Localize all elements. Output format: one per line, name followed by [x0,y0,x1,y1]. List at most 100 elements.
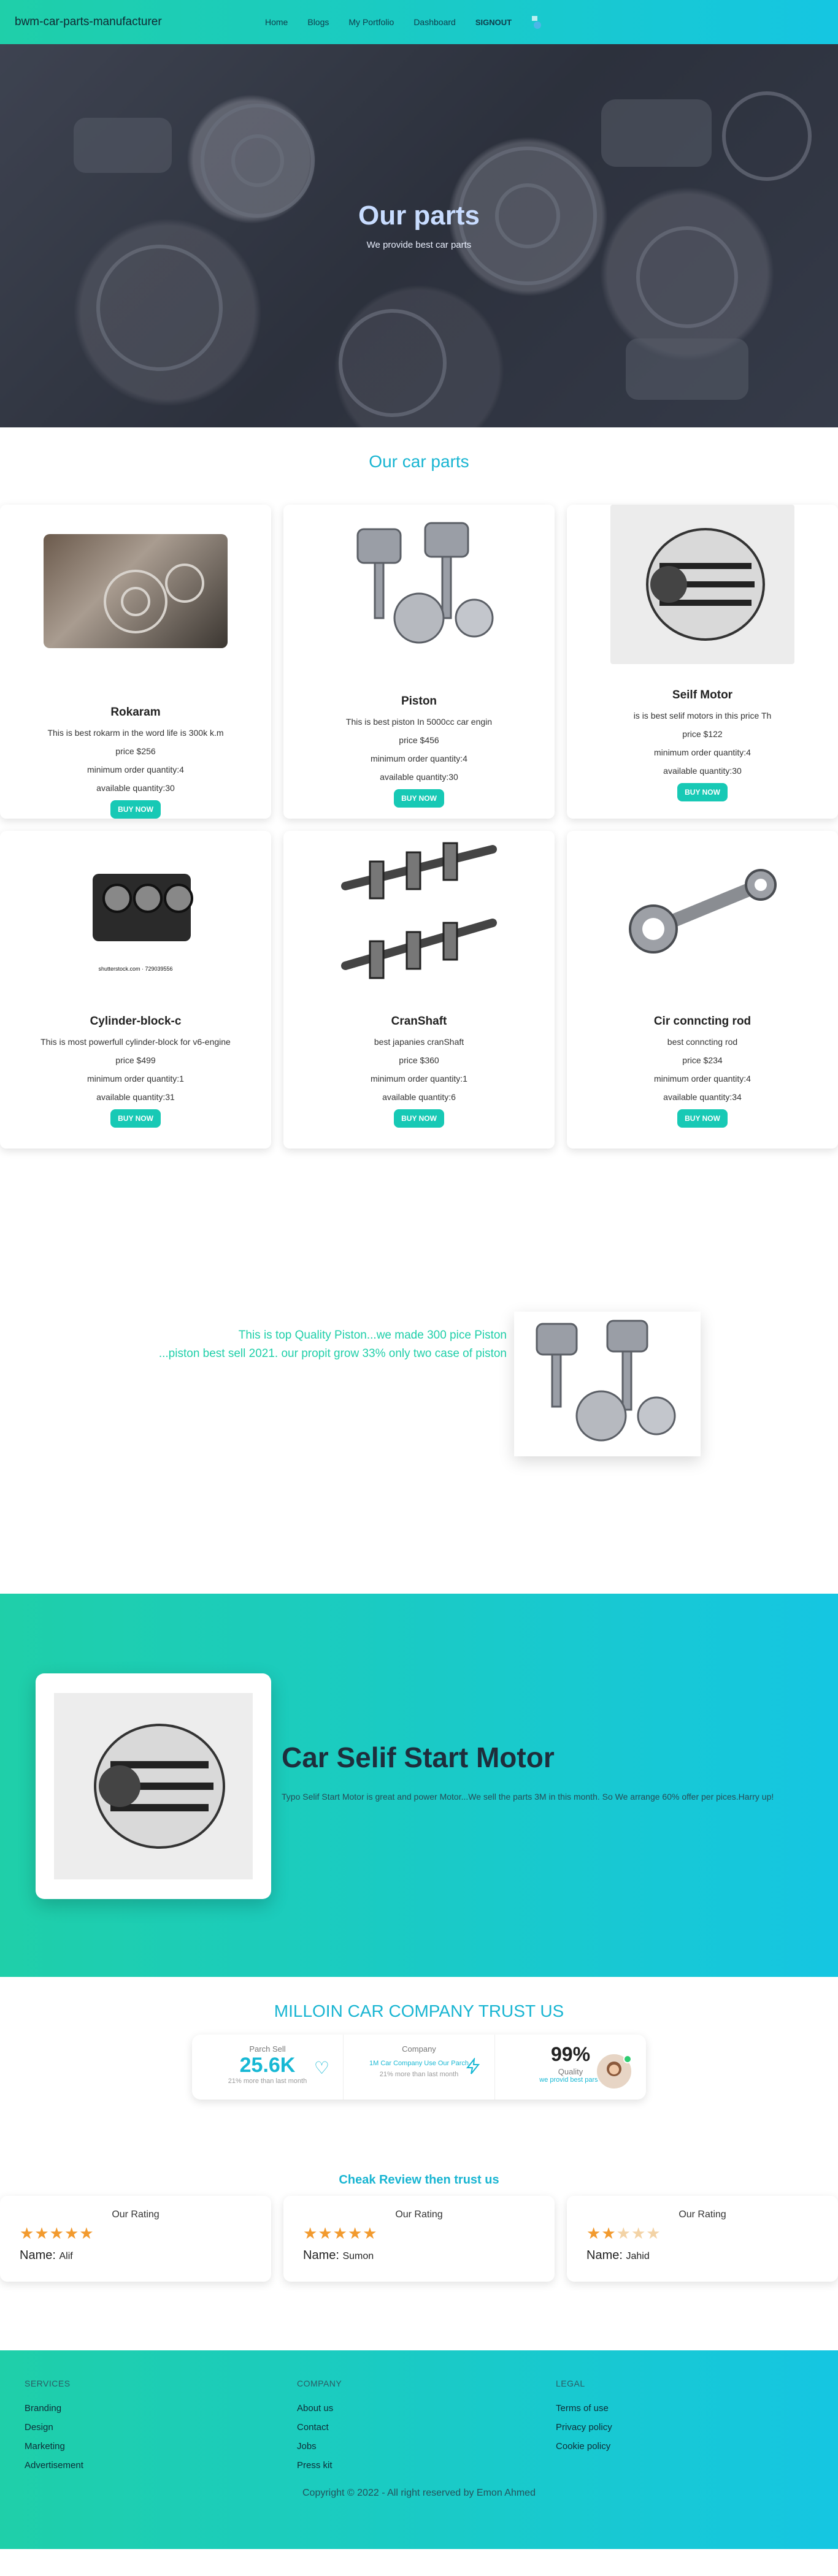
part-avail-qty: available quantity:30 [96,783,175,793]
buy-now-button[interactable]: BUY NOW [677,783,728,801]
star-rating: ★★★★★ [20,2224,94,2243]
star-icon[interactable]: ★ [318,2224,333,2242]
reviewer-name: Name: Sumon [303,2249,374,2263]
part-desc: This is most powerfull cylinder-block fo… [40,1037,231,1047]
part-avail-qty: available quantity:31 [96,1092,175,1102]
star-icon[interactable]: ★ [646,2224,661,2242]
star-icon[interactable]: ★ [303,2224,318,2242]
brand-logo[interactable]: bwm-car-parts-manufacturer [15,15,162,29]
part-name: Seilf Motor [672,689,733,701]
feature-section: Car Selif Start Motor Typo Selif Start M… [0,1594,838,1977]
star-icon[interactable]: ★ [79,2224,94,2242]
footer-heading: LEGAL [556,2379,585,2388]
part-price: price $256 [115,746,156,756]
footer-link-about[interactable]: About us [297,2403,342,2414]
star-icon[interactable]: ★ [617,2224,631,2242]
parts-grid: Rokaram This is best rokarm in the word … [0,505,838,1148]
star-icon[interactable]: ★ [20,2224,34,2242]
stat-desc: 21% more than last month [228,2077,307,2085]
footer-link-terms[interactable]: Terms of use [556,2403,612,2414]
review-heading: Our Rating [112,2209,160,2220]
feature-image-card [36,1673,271,1899]
review-card: Our Rating ★★★★★ Name: Jahid [567,2196,838,2282]
nav-link-portfolio[interactable]: My Portfolio [348,17,394,27]
nav-link-blogs[interactable]: Blogs [307,17,329,27]
part-min-qty: minimum order quantity:4 [654,747,751,757]
reviewer-name-label: Name: [20,2249,56,2262]
promo-line-2: ...piston best sell 2021. our propit gro… [158,1347,507,1360]
star-icon[interactable]: ★ [333,2224,348,2242]
star-icon[interactable]: ★ [601,2224,616,2242]
part-name: Piston [401,695,437,708]
footer-link-advertisement[interactable]: Advertisement [25,2460,83,2471]
parts-section-title: Our car parts [369,452,469,471]
reviewer-name: Name: Alif [20,2249,73,2263]
part-desc: best conncting rod [667,1037,738,1047]
star-icon[interactable]: ★ [34,2224,49,2242]
part-image-piston [327,511,511,658]
buy-now-button[interactable]: BUY NOW [110,1109,161,1128]
part-card: shutterstock.com · 729039556 Cylinder-bl… [0,831,271,1148]
star-icon[interactable]: ★ [50,2224,64,2242]
reviewer-name-label: Name: [303,2249,339,2262]
review-heading: Our Rating [395,2209,443,2220]
footer-link-jobs[interactable]: Jobs [297,2441,342,2452]
user-avatar[interactable] [531,15,544,29]
part-name: Rokaram [110,706,161,719]
footer-link-branding[interactable]: Branding [25,2403,83,2414]
part-price: price $122 [682,729,723,739]
star-icon[interactable]: ★ [64,2224,79,2242]
avatar [596,2053,632,2094]
reviewer-name-label: Name: [586,2249,623,2262]
footer-link-privacy[interactable]: Privacy policy [556,2422,612,2433]
part-card: Rokaram This is best rokarm in the word … [0,505,271,819]
navbar: bwm-car-parts-manufacturer Home Blogs My… [0,0,838,44]
part-avail-qty: available quantity:6 [382,1092,456,1102]
buy-now-button[interactable]: BUY NOW [677,1109,728,1128]
footer-link-marketing[interactable]: Marketing [25,2441,83,2452]
footer-legal: LEGAL Terms of use Privacy policy Cookie… [556,2379,612,2460]
stat-title: Parch Sell [249,2044,286,2054]
image-watermark: shutterstock.com · 729039556 [98,966,173,972]
footer-heading: SERVICES [25,2379,71,2388]
footer-link-contact[interactable]: Contact [297,2422,342,2433]
part-min-qty: minimum order quantity:4 [371,754,467,763]
review-card: Our Rating ★★★★★ Name: Alif [0,2196,271,2282]
part-desc: best japanies cranShaft [374,1037,464,1047]
nav-link-home[interactable]: Home [265,17,288,27]
part-card: Cir conncting rod best conncting rod pri… [567,831,838,1148]
part-desc: is is best selif motors in this price Th [633,711,772,720]
nav-link-dashboard[interactable]: Dashboard [413,17,456,27]
reviews-title: Cheak Review then trust us [339,2173,499,2187]
part-card: Piston This is best piston In 5000cc car… [283,505,555,819]
buy-now-button[interactable]: BUY NOW [394,1109,444,1128]
stats-panel: Parch Sell 25.6K 21% more than last mont… [192,2035,646,2100]
stat-title: Company [402,2044,436,2054]
part-min-qty: minimum order quantity:4 [87,765,184,774]
star-icon[interactable]: ★ [348,2224,363,2242]
hero-title: Our parts [358,201,480,231]
reviewer-name-value: Alif [59,2251,73,2261]
footer-link-cookie[interactable]: Cookie policy [556,2441,612,2452]
heart-icon: ♡ [313,2058,329,2077]
star-icon[interactable]: ★ [586,2224,601,2242]
footer-heading: COMPANY [297,2379,342,2388]
footer-link-design[interactable]: Design [25,2422,83,2433]
footer-link-press-kit[interactable]: Press kit [297,2460,342,2471]
reviews-grid: Our Rating ★★★★★ Name: Alif Our Rating ★… [0,2196,838,2282]
part-card: Seilf Motor is is best selif motors in t… [567,505,838,819]
buy-now-button[interactable]: BUY NOW [394,789,444,808]
buy-now-button[interactable]: BUY NOW [110,800,161,819]
promo-line-1: This is top Quality Piston...we made 300… [238,1329,507,1342]
part-min-qty: minimum order quantity:1 [87,1074,184,1084]
signout-button[interactable]: SIGNOUT [475,18,512,27]
hero-subtitle: We provide best car parts [366,240,472,250]
stat-parch-sell: Parch Sell 25.6K 21% more than last mont… [192,2035,344,2100]
star-icon[interactable]: ★ [363,2224,377,2242]
review-heading: Our Rating [678,2209,726,2220]
star-icon[interactable]: ★ [631,2224,646,2242]
promo-text: This is top Quality Piston...we made 300… [139,1326,507,1363]
part-price: price $499 [115,1055,156,1065]
lightning-icon [465,2057,481,2079]
feature-description: Typo Selif Start Motor is great and powe… [282,1792,774,1802]
